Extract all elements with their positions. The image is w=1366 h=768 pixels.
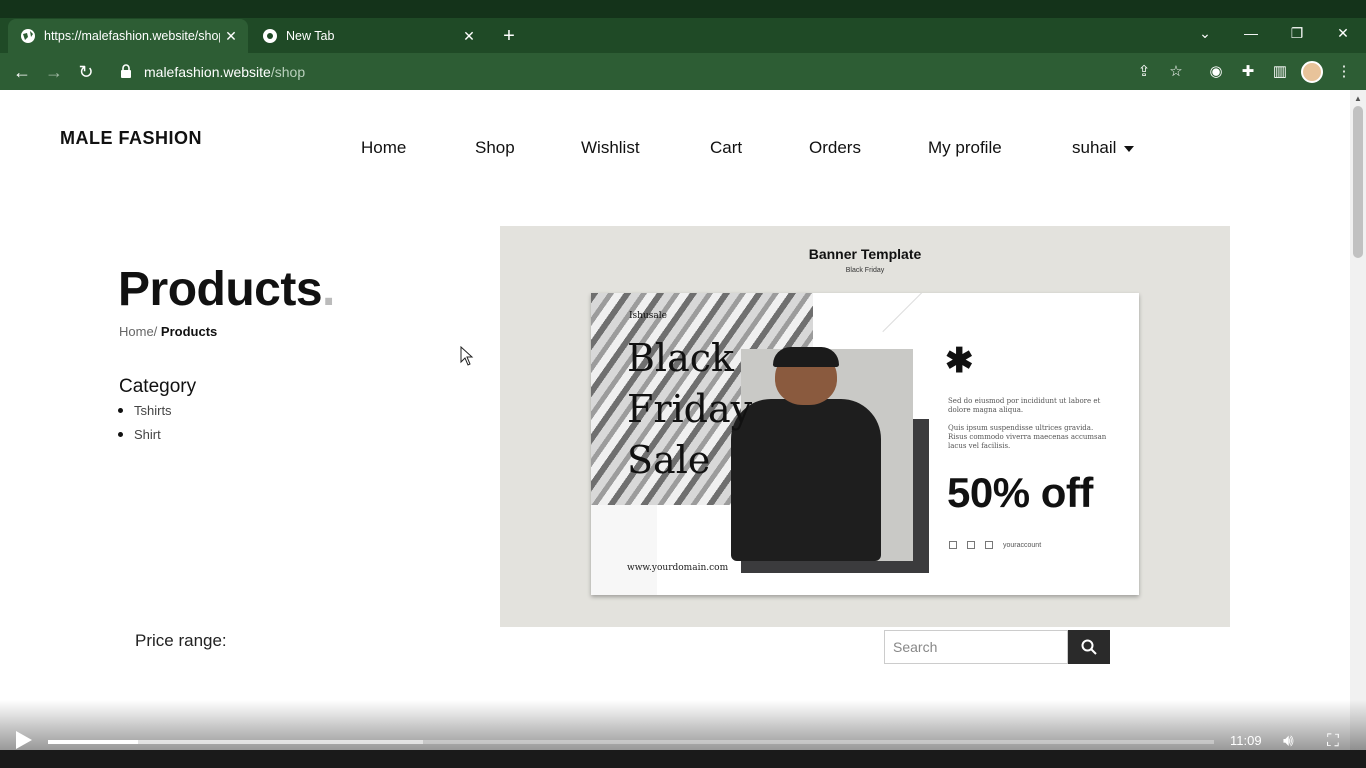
close-window-button[interactable]: ✕: [1328, 22, 1358, 44]
banner-domain: www.yourdomain.com: [627, 563, 729, 573]
star-icon[interactable]: ☆: [1164, 60, 1188, 84]
nav-wishlist[interactable]: Wishlist: [581, 138, 640, 158]
decor-line: [882, 293, 940, 333]
tab-close-icon[interactable]: ✕: [458, 28, 480, 45]
nav-orders[interactable]: Orders: [809, 138, 861, 158]
vpn-icon[interactable]: ◉: [1204, 60, 1228, 84]
nav-my-profile[interactable]: My profile: [928, 138, 1002, 158]
search-button[interactable]: [1068, 630, 1110, 664]
headline-line: Sale: [627, 438, 711, 482]
banner-tag: Ishusale: [629, 311, 667, 321]
banner-subtitle: Black Friday: [845, 267, 885, 274]
tab-new-tab[interactable]: New Tab ✕: [250, 19, 486, 53]
new-tab-button[interactable]: +: [498, 26, 520, 48]
headline-line: Friday: [627, 387, 753, 431]
breadcrumb-current: Products: [160, 324, 218, 339]
video-progress-bar[interactable]: [48, 740, 1214, 744]
play-icon[interactable]: [16, 731, 32, 749]
restore-button[interactable]: ❐: [1282, 22, 1312, 44]
tab-title: https://malefashion.website/shop: [44, 29, 220, 43]
user-name: suhail: [1072, 138, 1117, 157]
card-panel: [591, 505, 657, 595]
globe-icon: [20, 28, 36, 44]
volume-icon[interactable]: 🔊︎: [1283, 731, 1294, 751]
category-heading: Category: [119, 376, 197, 397]
category-tshirts[interactable]: Tshirts: [118, 403, 172, 418]
minimize-button[interactable]: —: [1236, 22, 1266, 44]
asterisk-icon: ✱: [945, 342, 974, 380]
category-label: Shirt: [134, 427, 161, 442]
extensions-icon[interactable]: ✚: [1236, 60, 1260, 84]
mouse-cursor-icon: [460, 346, 474, 366]
caret-down-icon: [1124, 145, 1135, 152]
scrollbar-thumb[interactable]: [1353, 106, 1363, 258]
video-bottom-bar: [0, 750, 1366, 768]
nav-cart[interactable]: Cart: [710, 138, 742, 158]
forward-button[interactable]: →: [42, 60, 66, 84]
lock-icon[interactable]: [120, 63, 134, 81]
page-title-text: Products: [118, 263, 323, 316]
video-time: 11:09: [1230, 733, 1262, 748]
search-input[interactable]: Search: [884, 630, 1068, 664]
page-title: Products.: [118, 262, 335, 317]
tab-search-dropdown-icon[interactable]: ⌄: [1190, 22, 1220, 44]
page-title-dot: .: [322, 263, 335, 316]
scroll-up-icon[interactable]: ▲: [1354, 94, 1362, 103]
avatar: [1301, 61, 1323, 83]
promo-banner[interactable]: Banner Template Black Friday Ishusale Bl…: [500, 226, 1230, 627]
profile-avatar[interactable]: [1300, 60, 1324, 84]
banner-title: Banner Template: [808, 246, 922, 262]
sidepanel-icon[interactable]: ▥: [1268, 60, 1292, 84]
tab-close-icon[interactable]: ✕: [220, 28, 242, 45]
back-button[interactable]: ←: [10, 60, 34, 84]
search-icon: [1081, 639, 1097, 655]
breadcrumb-home[interactable]: Home/: [119, 324, 157, 339]
address-path: /shop: [270, 64, 306, 80]
twitter-icon: [985, 541, 993, 549]
video-progress-fill: [48, 740, 138, 744]
page-scrollbar[interactable]: ▲: [1350, 90, 1366, 768]
banner-text: Sed do eiusmod por incididunt ut labore …: [948, 397, 1101, 414]
model-hair: [773, 347, 839, 367]
menu-icon[interactable]: ⋮: [1332, 60, 1356, 84]
category-shirt[interactable]: Shirt: [118, 427, 161, 442]
instagram-icon: [967, 541, 975, 549]
facebook-icon: [949, 541, 957, 549]
address-bar[interactable]: malefashion.website/shop: [108, 58, 1168, 86]
reload-button[interactable]: ↻: [74, 60, 98, 84]
browser-toolbar: ← → ↻ malefashion.website/shop ⇪ ☆ ◉ ✚ ▥…: [0, 53, 1366, 90]
banner-headline: Black Friday Sale: [627, 333, 752, 486]
headline-line: Black: [627, 336, 735, 380]
exit-fullscreen-icon[interactable]: ⛶: [1327, 731, 1339, 751]
tab-title: New Tab: [286, 29, 335, 43]
browser-titlebar: https://malefashion.website/shop ✕ New T…: [0, 0, 1366, 90]
nav-shop[interactable]: Shop: [475, 138, 515, 158]
share-icon[interactable]: ⇪: [1132, 60, 1156, 84]
site-logo[interactable]: MALE FASHION: [60, 128, 202, 149]
user-menu[interactable]: suhail: [1072, 138, 1135, 158]
category-label: Tshirts: [134, 403, 172, 418]
bullet-icon: [118, 408, 123, 413]
banner-offer: 50% off: [947, 469, 1093, 516]
address-domain: malefashion.website: [144, 64, 271, 80]
tab-malefashion[interactable]: https://malefashion.website/shop ✕: [8, 19, 248, 53]
price-range-label: Price range:: [135, 631, 227, 650]
banner-text: Quis ipsum suspendisse ultrices gravida.…: [948, 424, 1107, 450]
titlebar-strip: [0, 0, 1366, 18]
banner-socials: youraccount: [949, 541, 1041, 549]
nav-home[interactable]: Home: [361, 138, 406, 158]
bullet-icon: [118, 432, 123, 437]
breadcrumb: Home/ Products: [119, 324, 217, 339]
banner-card: Ishusale Black Friday Sale www.yourdomai…: [591, 293, 1139, 595]
chrome-icon: [262, 28, 278, 44]
social-handle: youraccount: [1003, 541, 1042, 549]
web-page: MALE FASHION Home Shop Wishlist Cart Ord…: [0, 90, 1350, 768]
model-photo: [731, 399, 881, 561]
